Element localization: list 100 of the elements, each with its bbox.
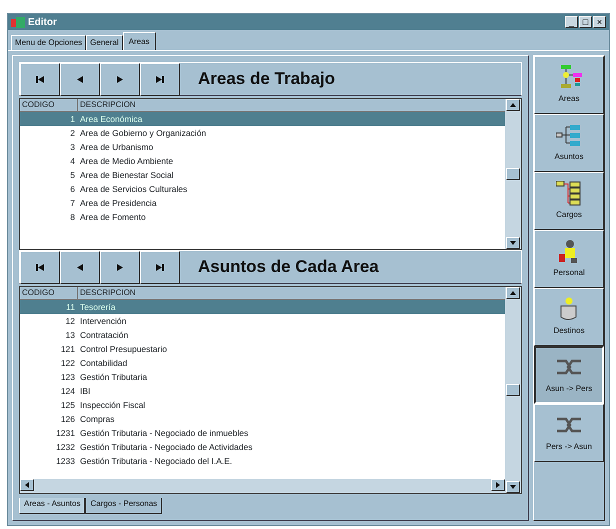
scroll-thumb[interactable] <box>506 384 520 396</box>
minimize-button[interactable]: _ <box>565 16 578 28</box>
maximize-button[interactable]: □ <box>579 16 592 28</box>
left-arrow-icon <box>25 482 29 488</box>
table-row[interactable]: 6 Area de Servicios Culturales <box>20 182 505 196</box>
code-cell-text: 11 <box>65 300 76 314</box>
next-button[interactable] <box>100 62 140 96</box>
code-cell-text: 13 <box>64 328 76 342</box>
first-record-icon <box>36 76 44 82</box>
description-cell-text: Control Presupuestario <box>79 342 167 356</box>
scroll-left-button[interactable] <box>20 479 34 491</box>
column-header: CODIGO <box>20 287 78 299</box>
vertical-scrollbar[interactable] <box>505 287 521 493</box>
up-arrow-icon <box>510 291 516 295</box>
column-header: DESCRIPCION <box>79 287 136 299</box>
close-button[interactable]: × <box>593 16 606 28</box>
toolbar-button[interactable]: Cargos <box>534 172 604 230</box>
description-cell-text: Gestión Tributaria - Negociado de inmuebles <box>79 426 248 440</box>
code-cell-text: 4 <box>69 154 76 168</box>
table-row[interactable]: 11 Tesorería <box>20 300 505 314</box>
table-row[interactable]: 2 Area de Gobierno y Organización <box>20 126 505 140</box>
toolbar-button[interactable]: Personal <box>534 230 604 288</box>
description-cell-text: Area Económica <box>79 112 142 126</box>
tab[interactable]: Areas - Asuntos <box>19 498 86 514</box>
app-icon <box>11 16 25 28</box>
code-cell-text: 2 <box>69 126 76 140</box>
toolbar-button[interactable]: Pers -> Asun <box>534 404 604 462</box>
toolbar-button[interactable]: Asun -> Pers <box>534 346 604 404</box>
vertical-scrollbar[interactable] <box>505 99 521 249</box>
code-cell-text: 1231 <box>55 426 76 440</box>
code-cell-text: 1233 <box>55 454 76 468</box>
code-cell-text: 123 <box>60 370 76 384</box>
table-row[interactable]: 1232 Gestión Tributaria - Negociado de Actividades <box>20 440 505 454</box>
first-record-icon <box>36 264 44 270</box>
code-cell-text: 5 <box>69 168 76 182</box>
down-arrow-icon <box>510 485 516 489</box>
previous-record-icon <box>76 76 84 82</box>
previous-button[interactable] <box>60 250 100 284</box>
last-button[interactable] <box>140 62 180 96</box>
description-cell-text: Area de Gobierno y Organización <box>79 126 206 140</box>
table-row[interactable]: 8 Area de Fomento <box>20 210 505 224</box>
right-arrow-icon <box>496 482 500 488</box>
column-header: DESCRIPCION <box>79 99 136 111</box>
code-cell-text: 1232 <box>55 440 76 454</box>
toolbar-button[interactable]: Asuntos <box>534 114 604 172</box>
table-row[interactable]: 121 Control Presupuestario <box>20 342 505 356</box>
code-cell-text: 121 <box>60 342 76 356</box>
section-title: Areas de Trabajo <box>198 68 336 90</box>
table-row[interactable]: 12 Intervención <box>20 314 505 328</box>
table-row[interactable]: 13 Contratación <box>20 328 505 342</box>
table-row[interactable]: 125 Inspección Fiscal <box>20 398 505 412</box>
next-record-icon <box>116 264 124 270</box>
scroll-thumb[interactable] <box>506 168 520 180</box>
description-cell-text: Contabilidad <box>79 356 128 370</box>
code-cell-text: 1 <box>69 112 76 126</box>
description-cell-text: Area de Fomento <box>79 210 146 224</box>
up-arrow-icon <box>510 103 516 107</box>
next-record-icon <box>116 76 124 82</box>
description-cell-text: Compras <box>79 412 114 426</box>
table-row[interactable]: 5 Area de Bienestar Social <box>20 168 505 182</box>
table-row[interactable]: 122 Contabilidad <box>20 356 505 370</box>
code-cell-text: 7 <box>69 196 76 210</box>
description-cell-text: Gestión Tributaria <box>79 370 148 384</box>
first-button[interactable] <box>20 250 60 284</box>
toolbar-button[interactable]: Destinos <box>534 288 604 346</box>
description-cell-text: Area de Urbanismo <box>79 140 154 154</box>
table-row[interactable]: 1 Area Económica <box>20 112 505 126</box>
description-cell-text: Area de Medio Ambiente <box>79 154 174 168</box>
table-row[interactable]: 3 Area de Urbanismo <box>20 140 505 154</box>
code-cell-text: 8 <box>69 210 76 224</box>
table-row[interactable]: 124 IBI <box>20 384 505 398</box>
description-cell-text: IBI <box>79 384 90 398</box>
table-row[interactable]: 1231 Gestión Tributaria - Negociado de inmuebles <box>20 426 505 440</box>
table-row[interactable]: 1233 Gestión Tributaria - Negociado del I.A.E. <box>20 454 505 468</box>
description-cell-text: Contratación <box>79 328 128 342</box>
description-cell-text: Area de Presidencia <box>79 196 157 210</box>
down-arrow-icon <box>510 241 516 245</box>
tab[interactable]: Menu de Opciones <box>11 35 86 50</box>
table-row[interactable]: 4 Area de Medio Ambiente <box>20 154 505 168</box>
tab[interactable]: General <box>86 35 123 50</box>
code-cell-text: 12 <box>64 314 76 328</box>
tab[interactable]: Areas <box>122 32 156 51</box>
scroll-right-button[interactable] <box>491 479 505 491</box>
toolbar-button[interactable]: Areas <box>534 56 604 114</box>
description-cell-text: Area de Servicios Culturales <box>79 182 188 196</box>
table-row[interactable]: 7 Area de Presidencia <box>20 196 505 210</box>
description-cell-text: Inspección Fiscal <box>79 398 146 412</box>
first-button[interactable] <box>20 62 60 96</box>
last-button[interactable] <box>140 250 180 284</box>
window-title: Editor <box>28 16 57 30</box>
tab[interactable]: Cargos - Personas <box>85 498 162 514</box>
table-row[interactable]: 126 Compras <box>20 412 505 426</box>
table-row[interactable]: 123 Gestión Tributaria <box>20 370 505 384</box>
hierarchy-icon <box>556 181 582 206</box>
next-button[interactable] <box>100 250 140 284</box>
description-cell-text: Area de Bienestar Social <box>79 168 174 182</box>
description-cell-text: Gestión Tributaria - Negociado de Actividades <box>79 440 252 454</box>
code-cell-text: 6 <box>69 182 76 196</box>
description-cell-text: Gestión Tributaria - Negociado del I.A.E. <box>79 454 232 468</box>
previous-button[interactable] <box>60 62 100 96</box>
